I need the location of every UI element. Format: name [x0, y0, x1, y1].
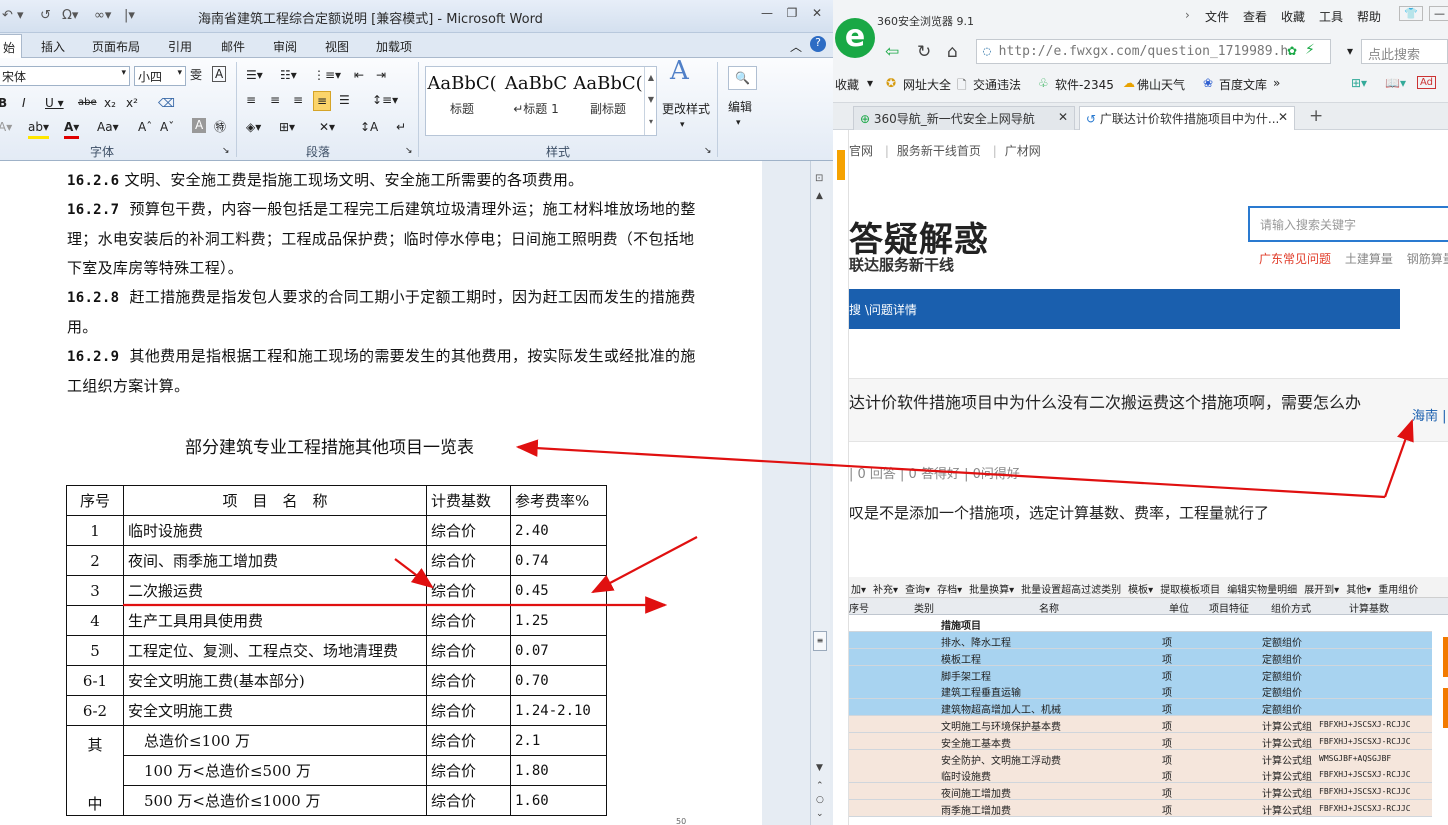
annotation-arrow: [591, 536, 698, 594]
annotation-arrow: [515, 439, 1386, 499]
desktop: ↶ ▾ ↺ Ω▾ ∞▾ |▾ 海南省建筑工程综合定额说明 [兼容模式] - Mi…: [0, 0, 1448, 825]
annotation-arrow: [1383, 418, 1414, 498]
annotation-layer: [123, 418, 1414, 614]
annotation-arrow: [394, 558, 434, 589]
